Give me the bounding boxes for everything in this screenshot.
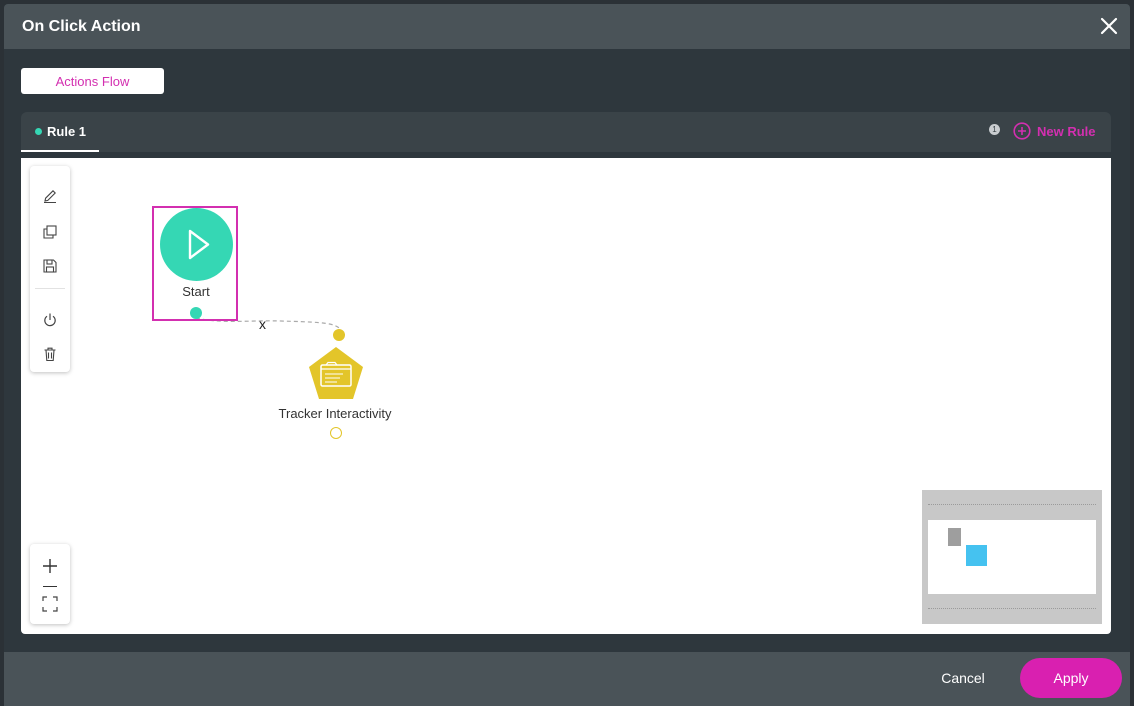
start-node-label: Start xyxy=(182,284,210,299)
minimap-start-node xyxy=(948,528,961,546)
edit-button[interactable] xyxy=(40,186,60,206)
toggle-power-button[interactable] xyxy=(40,310,60,330)
rule-bar: Rule 1 1 New Rule xyxy=(21,112,1111,152)
rule-tab-label: Rule 1 xyxy=(47,123,87,139)
plus-icon xyxy=(43,559,57,573)
toolbar-divider xyxy=(35,288,65,289)
delete-button[interactable] xyxy=(40,344,60,364)
fit-screen-icon xyxy=(42,596,58,612)
cancel-button[interactable]: Cancel xyxy=(924,662,1002,694)
zoom-in-button[interactable] xyxy=(40,556,60,576)
save-icon xyxy=(43,259,57,273)
start-node[interactable] xyxy=(160,208,233,281)
rule-count-badge: 1 xyxy=(989,124,1000,135)
connector-delete-button[interactable]: x xyxy=(259,316,266,332)
new-rule-button[interactable]: New Rule xyxy=(1013,122,1096,140)
fit-screen-button[interactable] xyxy=(40,594,60,614)
rule-status-dot xyxy=(35,127,42,135)
on-click-action-modal: On Click Action Actions Flow Rule 1 1 Ne… xyxy=(4,4,1130,706)
minus-icon[interactable] xyxy=(43,586,57,587)
zoom-controls xyxy=(30,544,70,624)
new-rule-label: New Rule xyxy=(1037,123,1096,139)
modal-header: On Click Action xyxy=(4,4,1130,49)
modal-title: On Click Action xyxy=(22,18,141,35)
minimap-grid-line xyxy=(928,504,1096,506)
tab-rule-1[interactable]: Rule 1 xyxy=(21,112,99,152)
minimap-grid-line xyxy=(928,608,1096,610)
modal-footer: Cancel Apply xyxy=(4,652,1130,706)
folder-icon xyxy=(309,347,363,399)
tracker-output-port[interactable] xyxy=(330,427,342,439)
plus-circle-icon xyxy=(1013,122,1031,140)
minimap-tracker-node xyxy=(966,545,987,566)
tracker-node-label: Tracker Interactivity xyxy=(278,406,392,421)
flow-canvas[interactable]: Start x Tracker Interactivity xyxy=(21,158,1111,634)
minimap[interactable] xyxy=(922,490,1102,624)
duplicate-button[interactable] xyxy=(40,222,60,242)
tracker-interactivity-node[interactable] xyxy=(307,346,365,400)
tracker-input-port[interactable] xyxy=(333,329,345,341)
play-icon xyxy=(188,229,210,260)
close-button[interactable] xyxy=(1098,15,1120,37)
save-button[interactable] xyxy=(40,256,60,276)
power-icon xyxy=(44,313,56,327)
node-toolbar xyxy=(30,166,70,372)
close-icon xyxy=(1100,17,1118,35)
start-output-port[interactable] xyxy=(190,307,202,319)
apply-button[interactable]: Apply xyxy=(1020,658,1122,698)
copy-icon xyxy=(43,225,57,239)
pencil-icon xyxy=(44,190,56,204)
tab-actions-flow[interactable]: Actions Flow xyxy=(21,68,164,94)
trash-icon xyxy=(44,347,56,362)
